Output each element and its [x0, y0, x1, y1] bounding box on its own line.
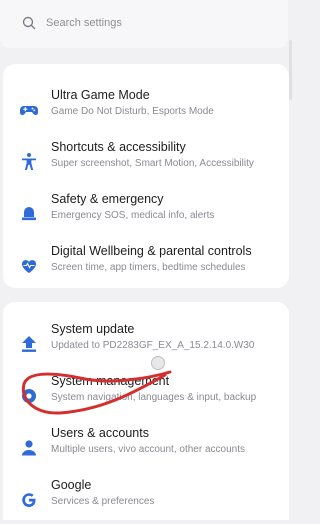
settings-group-1: Ultra Game Mode Game Do Not Disturb, Esp…: [3, 64, 289, 288]
touch-indicator: [151, 356, 165, 370]
setting-digital-wellbeing[interactable]: Digital Wellbeing & parental controls Sc…: [3, 244, 289, 290]
heart-icon: [21, 260, 37, 273]
setting-subtitle: Emergency SOS, medical info, alerts: [51, 210, 215, 221]
setting-title: System management: [51, 374, 170, 388]
scrollbar[interactable]: [289, 40, 292, 100]
bell-icon: [22, 207, 36, 221]
setting-subtitle: System navigation, languages & input, ba…: [51, 392, 257, 403]
setting-subtitle: Super screenshot, Smart Motion, Accessib…: [51, 158, 254, 169]
setting-system-update[interactable]: System update Updated to PD2283GF_EX_A_1…: [3, 322, 289, 368]
search-bar[interactable]: Search settings: [0, 0, 288, 48]
setting-subtitle: Services & preferences: [51, 496, 155, 507]
setting-subtitle: Game Do Not Disturb, Esports Mode: [51, 106, 214, 117]
setting-title: Users & accounts: [51, 426, 149, 440]
setting-shortcuts-accessibility[interactable]: Shortcuts & accessibility Super screensh…: [3, 140, 289, 186]
search-icon: [22, 16, 36, 30]
settings-gear-icon: [22, 389, 36, 403]
setting-title: Digital Wellbeing & parental controls: [51, 244, 252, 258]
setting-ultra-game-mode[interactable]: Ultra Game Mode Game Do Not Disturb, Esp…: [3, 88, 289, 134]
setting-title: Google: [51, 478, 92, 492]
setting-title: Safety & emergency: [51, 192, 164, 206]
user-icon: [22, 440, 36, 456]
setting-subtitle: Updated to PD2283GF_EX_A_15.2.14.0.W30: [51, 340, 255, 351]
setting-subtitle: Multiple users, vivo account, other acco…: [51, 444, 245, 455]
setting-safety-emergency[interactable]: Safety & emergency Emergency SOS, medica…: [3, 192, 289, 238]
setting-title: System update: [51, 322, 135, 336]
search-input[interactable]: Search settings: [46, 17, 122, 29]
settings-group-2: System update Updated to PD2283GF_EX_A_1…: [3, 302, 289, 520]
setting-subtitle: Screen time, app timers, bedtime schedul…: [51, 262, 246, 273]
setting-title: Shortcuts & accessibility: [51, 140, 186, 154]
setting-title: Ultra Game Mode: [51, 88, 150, 102]
accessibility-icon: [22, 153, 36, 170]
gamepad-icon: [20, 106, 38, 115]
setting-system-management[interactable]: System management System navigation, lan…: [3, 374, 289, 420]
google-icon: [22, 493, 36, 507]
update-arrow-icon: [22, 336, 36, 352]
setting-google[interactable]: Google Services & preferences: [3, 478, 289, 524]
setting-users-accounts[interactable]: Users & accounts Multiple users, vivo ac…: [3, 426, 289, 472]
